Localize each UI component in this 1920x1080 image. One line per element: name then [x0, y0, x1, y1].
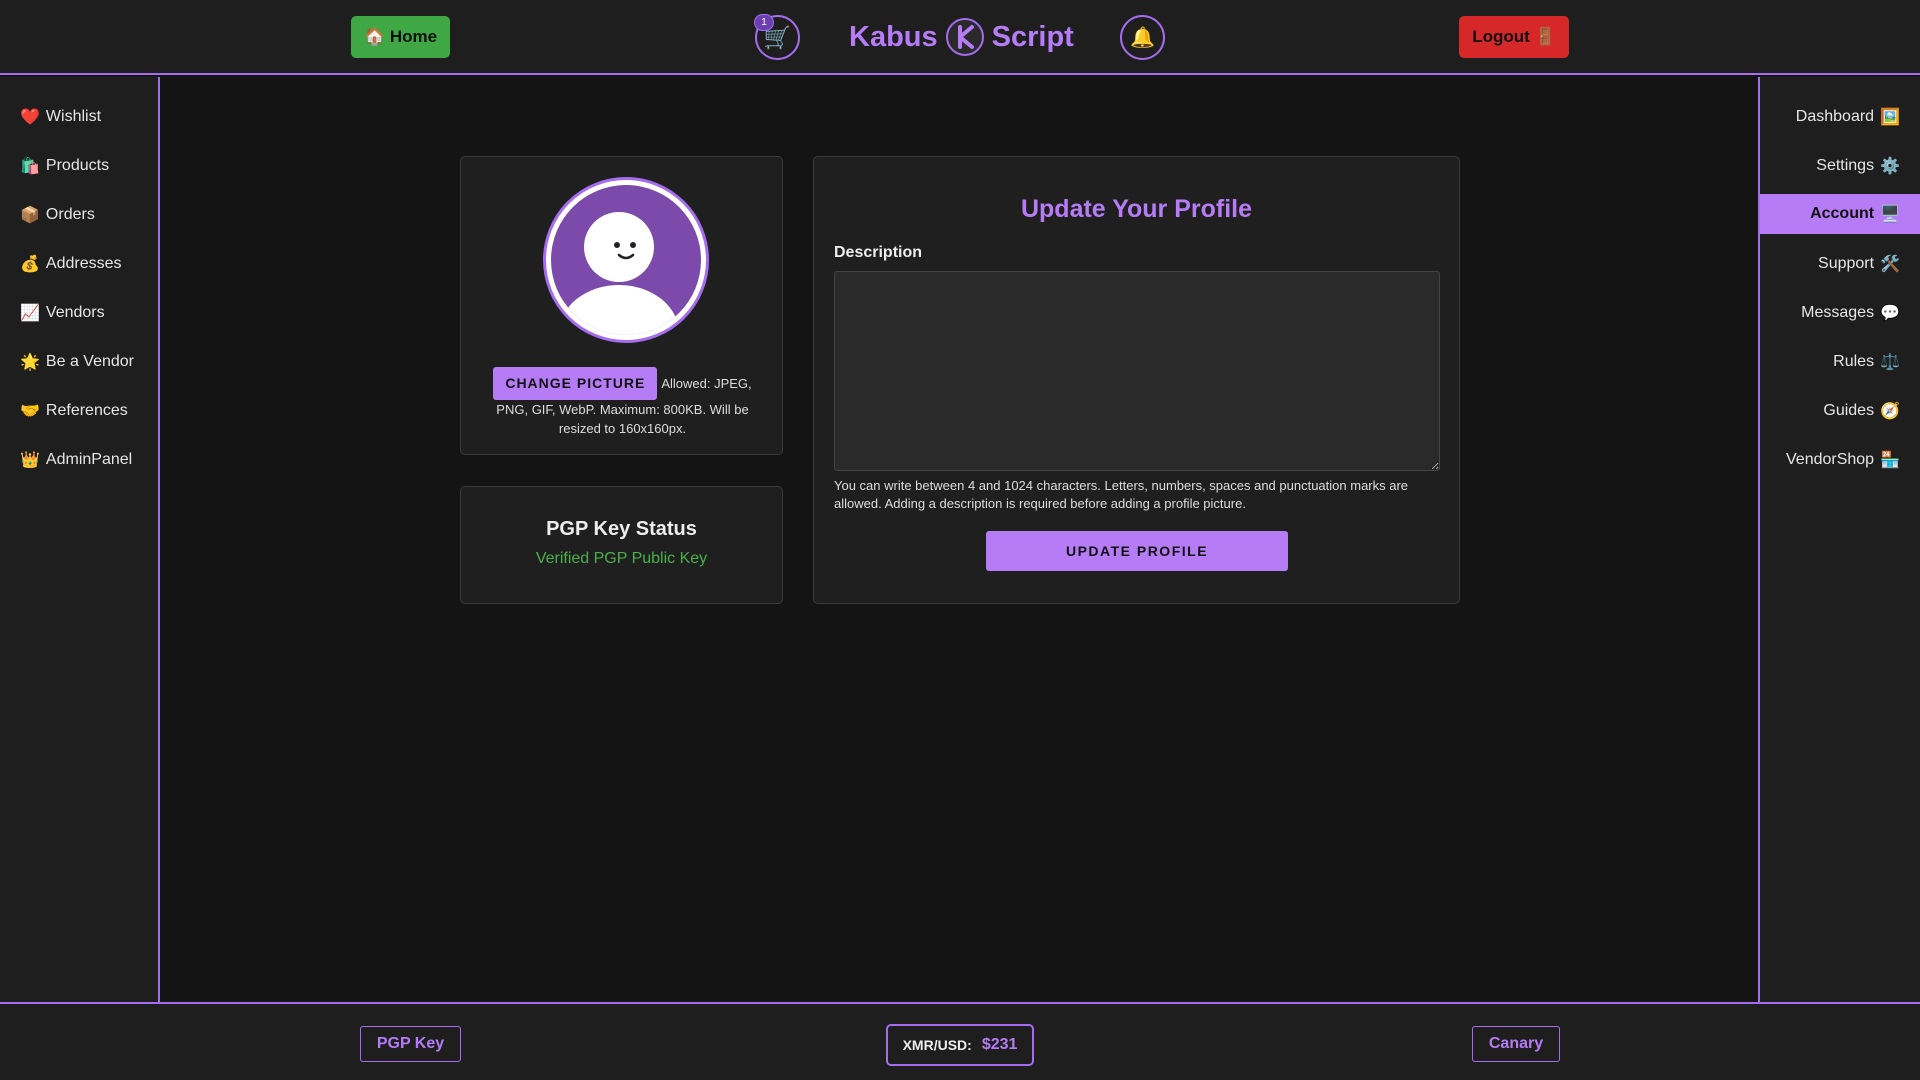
- sidebar-item-products[interactable]: 🛍️ Products: [0, 141, 158, 190]
- pgp-status-text: Verified PGP Public Key: [535, 550, 708, 567]
- footer: PGP Key XMR/USD: $231 Canary: [0, 1002, 1920, 1080]
- nav-emoji-icon: 🖼️: [1880, 108, 1900, 126]
- sidebar-item-wishlist[interactable]: ❤️ Wishlist: [0, 92, 158, 141]
- sidebar-item-label: Vendors: [45, 303, 105, 321]
- cart-button[interactable]: 🛒 1: [754, 14, 800, 60]
- nav-emoji-icon: 🛍️: [20, 157, 40, 175]
- description-hint: You can write between 4 and 1024 charact…: [834, 478, 1409, 511]
- notifications-button[interactable]: 🔔: [1120, 15, 1165, 60]
- sidebar-item-vendors[interactable]: 📈 Vendors: [0, 288, 158, 337]
- nav-emoji-icon: 📦: [20, 206, 40, 224]
- nav-emoji-icon: 🌟: [20, 353, 40, 371]
- change-picture-row: CHANGE PICTURE Allowed: JPEG, PNG, GIF, W…: [481, 367, 764, 438]
- sidebar-item-label: Support: [1818, 254, 1875, 272]
- left-sidebar: ❤️ Wishlist 🛍️ Products 📦 Orders 💰 Addresses 📈 Ve…: [0, 77, 160, 1002]
- nav-emoji-icon: 🧭: [1880, 402, 1900, 420]
- pgp-status-card: PGP Key Status Verified PGP Public Key: [460, 486, 783, 604]
- left-nav-list: ❤️ Wishlist 🛍️ Products 📦 Orders 💰 Addresses 📈 Ve…: [0, 77, 158, 484]
- sidebar-item-label: Addresses: [45, 254, 122, 272]
- xmr-rate-label: XMR/USD:: [902, 1037, 972, 1053]
- sidebar-item-label: References: [45, 401, 128, 419]
- sidebar-item-vendorshop[interactable]: VendorShop 🏪: [1760, 435, 1920, 484]
- sidebar-item-references[interactable]: 🤝 References: [0, 386, 158, 435]
- sidebar-item-label: Be a Vendor: [45, 352, 134, 370]
- xmr-rate-value: $231: [981, 1036, 1018, 1053]
- sidebar-item-label: AdminPanel: [45, 450, 133, 468]
- sidebar-item-dashboard[interactable]: Dashboard 🖼️: [1760, 92, 1920, 141]
- sidebar-item-label: VendorShop: [1786, 450, 1875, 468]
- nav-emoji-icon: 🖥️: [1880, 206, 1900, 223]
- sidebar-item-settings[interactable]: Settings ⚙️: [1760, 141, 1920, 190]
- sidebar-item-guides[interactable]: Guides 🧭: [1760, 386, 1920, 435]
- nav-emoji-icon: 🏪: [1880, 451, 1900, 469]
- description-label: Description: [834, 244, 923, 261]
- sidebar-item-label: Guides: [1823, 401, 1875, 419]
- right-nav-list: Dashboard 🖼️ Settings ⚙️ Account 🖥️ Support 🛠️ M…: [1760, 77, 1920, 484]
- sidebar-item-label: Orders: [45, 205, 95, 223]
- brand-name-left: Kabus: [849, 20, 938, 53]
- pgp-status-title: PGP Key Status: [546, 518, 697, 540]
- sidebar-item-label: Settings: [1816, 156, 1875, 174]
- sidebar-item-label: Wishlist: [45, 107, 102, 125]
- top-header: 🏠 Home 🛒 1 Kabus Script 🔔 Logout 🚪: [0, 0, 1920, 75]
- sidebar-item-adminpanel[interactable]: 👑 AdminPanel: [0, 435, 158, 484]
- sidebar-item-account[interactable]: Account 🖥️: [1760, 194, 1920, 234]
- sidebar-item-label: Products: [45, 156, 110, 174]
- avatar: [543, 177, 709, 343]
- sidebar-item-messages[interactable]: Messages 💬: [1760, 288, 1920, 337]
- nav-emoji-icon: 🤝: [20, 402, 40, 420]
- sidebar-item-label: Dashboard: [1795, 107, 1875, 125]
- logout-button[interactable]: Logout 🚪: [1459, 16, 1569, 58]
- default-avatar-icon: [551, 185, 701, 335]
- cart-count-badge: 1: [754, 14, 774, 31]
- nav-emoji-icon: 💬: [1880, 304, 1900, 322]
- nav-emoji-icon: ⚖️: [1880, 353, 1900, 371]
- nav-emoji-icon: 📈: [20, 304, 40, 322]
- brand-name-right: Script: [991, 20, 1074, 53]
- update-profile-button[interactable]: UPDATE PROFILE: [986, 531, 1288, 571]
- k-logo-icon: [945, 18, 984, 56]
- description-textarea[interactable]: [834, 271, 1440, 471]
- home-button[interactable]: 🏠 Home: [351, 16, 450, 58]
- nav-emoji-icon: ⚙️: [1880, 157, 1900, 175]
- xmr-rate-box: XMR/USD: $231: [886, 1024, 1034, 1066]
- nav-emoji-icon: 🛠️: [1880, 255, 1900, 273]
- nav-emoji-icon: ❤️: [20, 108, 40, 126]
- nav-emoji-icon: 💰: [20, 255, 40, 273]
- sidebar-item-label: Messages: [1801, 303, 1875, 321]
- pgp-key-link[interactable]: PGP Key: [360, 1026, 461, 1062]
- sidebar-item-orders[interactable]: 📦 Orders: [0, 190, 158, 239]
- sidebar-item-rules[interactable]: Rules ⚖️: [1760, 337, 1920, 386]
- sidebar-item-support[interactable]: Support 🛠️: [1760, 239, 1920, 288]
- nav-emoji-icon: 👑: [20, 451, 40, 469]
- sidebar-item-addresses[interactable]: 💰 Addresses: [0, 239, 158, 288]
- canary-link[interactable]: Canary: [1472, 1026, 1560, 1062]
- profile-picture-card: CHANGE PICTURE Allowed: JPEG, PNG, GIF, W…: [460, 156, 783, 455]
- sidebar-item-label: Rules: [1833, 352, 1875, 370]
- sidebar-item-be-a-vendor[interactable]: 🌟 Be a Vendor: [0, 337, 158, 386]
- sidebar-item-label: Account: [1810, 205, 1875, 222]
- update-profile-card: Update Your Profile Description You can …: [813, 156, 1460, 604]
- brand-logo-link[interactable]: Kabus Script: [849, 14, 1074, 60]
- right-sidebar: Dashboard 🖼️ Settings ⚙️ Account 🖥️ Support 🛠️ M…: [1758, 77, 1920, 1002]
- bell-icon: 🔔: [1130, 27, 1155, 49]
- page-title: Update Your Profile: [1020, 195, 1253, 223]
- change-picture-button[interactable]: CHANGE PICTURE: [493, 367, 658, 400]
